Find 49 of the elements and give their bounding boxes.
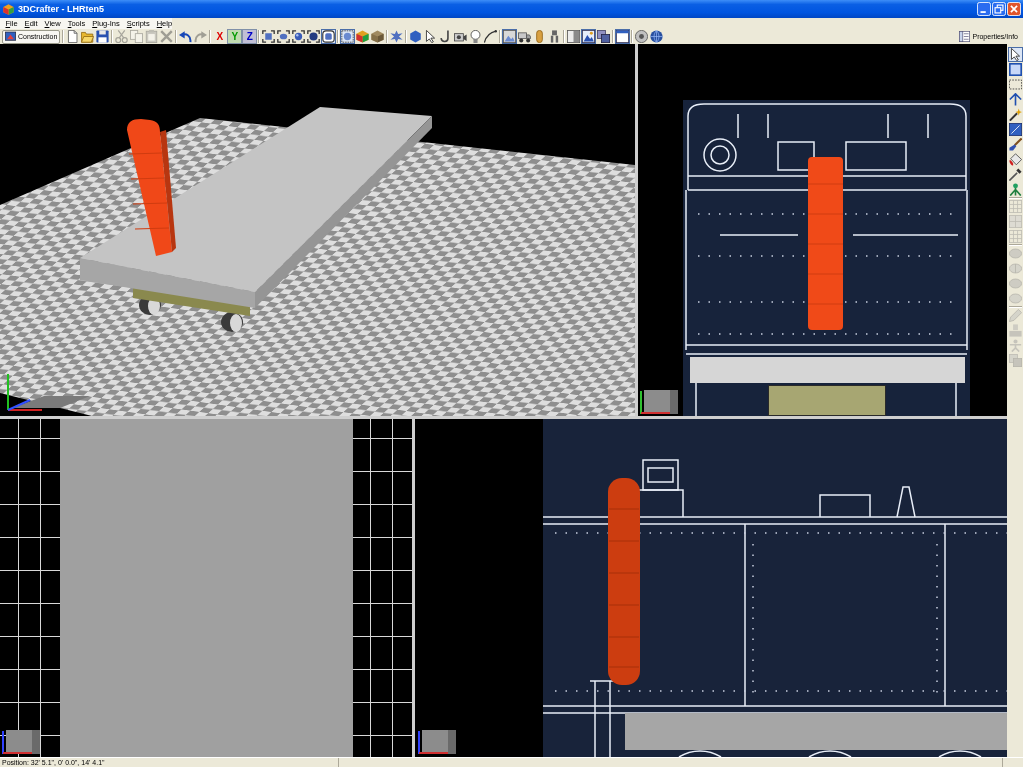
image-icon[interactable] [502, 29, 518, 44]
magic-wand-icon[interactable] [1007, 107, 1023, 122]
filled-square-icon[interactable] [1007, 122, 1023, 137]
minimize-icon[interactable] [977, 2, 991, 16]
truck-icon[interactable] [517, 29, 533, 44]
frame-icon[interactable] [291, 29, 307, 44]
colored-cube-icon[interactable] [355, 29, 371, 44]
axis-toggle-button[interactable]: Z [242, 29, 258, 44]
square-frame-icon[interactable] [1007, 62, 1023, 77]
panel-icon [959, 31, 971, 42]
window-icon[interactable] [615, 29, 631, 44]
frame-icon[interactable] [306, 29, 322, 44]
axis-gizmo-icon [418, 730, 456, 755]
axis-toggle-button[interactable]: X [212, 29, 228, 44]
folder-icon[interactable] [80, 29, 96, 44]
undo-arrow-icon[interactable] [178, 29, 194, 44]
tripod-icon[interactable] [1007, 182, 1023, 197]
close-icon[interactable] [1007, 2, 1021, 16]
eyedropper-icon[interactable] [1007, 167, 1023, 182]
dotted-rectangle-icon[interactable] [1007, 77, 1023, 92]
axis-gizmo-icon [2, 730, 40, 755]
cursor-arrow-icon[interactable] [1007, 47, 1023, 62]
paintbrush-icon[interactable] [1007, 137, 1023, 152]
globe-icon[interactable] [649, 29, 665, 44]
window-title: 3DCrafter - LHRten5 [18, 3, 105, 15]
axis-gizmo-icon [7, 373, 90, 411]
new-file-icon[interactable] [65, 29, 81, 44]
splat-icon[interactable] [389, 29, 405, 44]
restore-icon[interactable] [992, 2, 1006, 16]
curve-icon[interactable] [483, 29, 499, 44]
monitor-icon [5, 31, 16, 42]
shaded-square-icon[interactable] [566, 29, 582, 44]
viewport[interactable] [0, 419, 412, 757]
stacked-squares-icon[interactable] [596, 29, 612, 44]
viewport[interactable] [638, 44, 1007, 416]
rounded-frame-icon[interactable] [321, 29, 337, 44]
wheel [221, 312, 243, 332]
frame-icon[interactable] [261, 29, 277, 44]
picture-icon[interactable] [581, 29, 597, 44]
paint-bucket-icon[interactable] [1007, 152, 1023, 167]
frame-icon[interactable] [276, 29, 292, 44]
disc-icon[interactable] [634, 29, 650, 44]
arrows-icon[interactable] [1007, 92, 1023, 107]
app-logo-icon [3, 3, 14, 15]
viewport[interactable] [0, 44, 635, 416]
textured-cube-icon[interactable] [370, 29, 386, 44]
axis-gizmo-icon [640, 390, 678, 415]
dotted-frame-icon[interactable] [340, 29, 356, 44]
viewport[interactable] [415, 419, 1007, 757]
